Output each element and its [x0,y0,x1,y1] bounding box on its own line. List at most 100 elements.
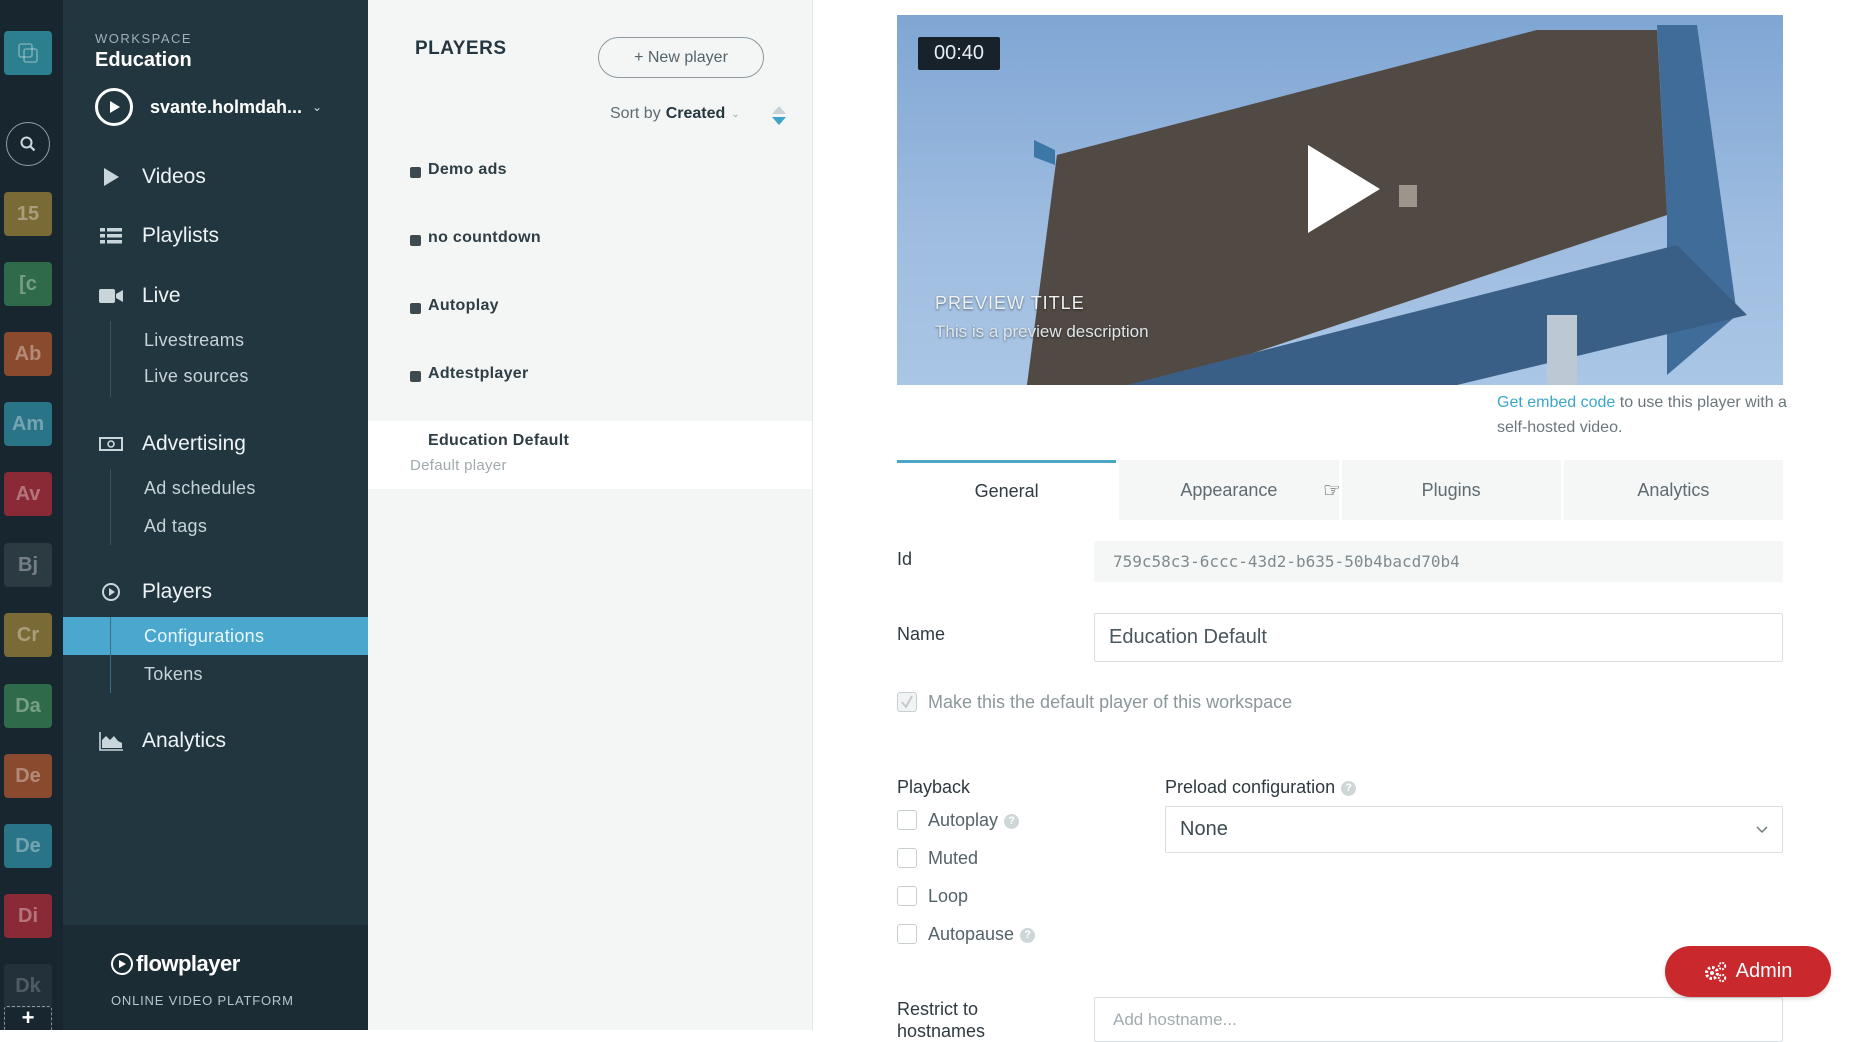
workspace-name: Education [95,49,192,71]
workspace-tile[interactable]: Am [4,402,52,446]
workspace-tile[interactable]: Ab [4,332,52,376]
add-workspace-button[interactable]: + [4,1006,52,1036]
search-button[interactable] [6,122,50,166]
hand-cursor-icon: ☞ [1323,480,1341,502]
player-dot-icon [410,167,421,178]
help-icon[interactable]: ? [1004,813,1020,829]
nav-analytics[interactable]: Analytics [63,721,368,761]
sidebar-footer: flowplayer ONLINE VIDEO PLATFORM [63,925,368,1030]
video-preview[interactable]: 00:40 PREVIEW TITLE This is a preview de… [897,15,1783,385]
nav-ad-schedules[interactable]: Ad schedules [63,469,368,507]
workspace-tile-label: Di [18,904,38,927]
nav-sublabel: Live sources [144,365,249,386]
id-label: Id [897,549,913,569]
player-list-item[interactable]: no countdown [368,205,812,273]
nav-live[interactable]: Live [63,276,368,316]
flowplayer-logo: flowplayer [111,951,240,977]
workspace-tile[interactable]: De [4,754,52,798]
nav-videos[interactable]: Videos [63,157,368,197]
autopause-checkbox[interactable] [897,924,917,944]
player-list-item[interactable]: Autoplay [368,273,812,341]
loop-checkbox[interactable] [897,886,917,906]
help-icon[interactable]: ? [1341,780,1357,796]
nav-label: Live [142,284,181,307]
player-name: no countdown [428,229,541,246]
workspace-tile[interactable]: 15 [4,192,52,236]
workspaces-tile[interactable] [4,31,52,75]
preload-select[interactable]: None [1165,806,1783,853]
player-list-item[interactable]: Demo ads [368,137,812,205]
autoplay-checkbox[interactable] [897,810,917,830]
admin-button[interactable]: Admin [1665,946,1831,997]
playback-label: Playback [897,777,971,797]
brand-name: flowplayer [136,951,240,976]
muted-label: Muted [928,848,979,868]
workspace-tile[interactable]: Cr [4,613,52,657]
area-chart-icon [99,730,123,752]
nav-label: Playlists [142,224,220,247]
players-title: PLAYERS [415,38,507,59]
nav-live-sources[interactable]: Live sources [63,357,368,395]
autopause-label: Autopause [928,924,1015,944]
workspace-tile[interactable]: Dk [4,964,52,1008]
nav-playlists[interactable]: Playlists [63,216,368,256]
gears-icon [1704,961,1726,982]
preview-description: This is a preview description [935,322,1149,341]
help-icon[interactable]: ? [1020,927,1036,943]
play-circle-icon [99,581,123,603]
nav-sublabel: Ad tags [144,515,208,536]
hostname-input[interactable] [1094,997,1783,1042]
player-name: Education Default [428,432,570,449]
workspace-tile[interactable]: De [4,824,52,868]
chevron-down-icon [1756,826,1768,834]
nav-tokens[interactable]: Tokens [63,655,368,693]
play-icon[interactable] [1308,145,1380,233]
player-id-value: 759c58c3-6ccc-43d2-b635-50b4bacd70b4 [1094,541,1783,582]
get-embed-code-link[interactable]: Get embed code [1497,394,1615,411]
tab-general[interactable]: General [897,460,1117,520]
player-dot-icon [410,235,421,246]
workspace-tile[interactable]: Av [4,472,52,516]
tab-analytics[interactable]: Analytics [1563,460,1783,520]
nav-label: Advertising [142,432,246,455]
workspace-tile-label: 15 [16,202,40,225]
sidebar: WORKSPACE Education svante.holmdah... ⌄ … [63,0,368,1030]
sort-direction-toggle[interactable] [770,104,788,128]
workspace-tile-label: Am [11,412,45,435]
nav-livestreams[interactable]: Livestreams [63,321,368,359]
workspace-rail: 15 [c Ab Am Av Bj Cr Da De De Di Dk + [0,0,63,1036]
workspace-tile-label: De [15,834,41,857]
nav-sublabel: Ad schedules [144,477,256,498]
name-input[interactable] [1094,613,1783,662]
workspace-tile[interactable]: Da [4,684,52,728]
nav-ad-tags[interactable]: Ad tags [63,507,368,545]
muted-checkbox[interactable] [897,848,917,868]
tab-plugins[interactable]: Plugins [1341,460,1561,520]
new-player-button[interactable]: + New player [598,37,764,78]
nav-sublabel: Configurations [144,625,265,646]
player-dot-icon [410,371,421,382]
workspace-tile-label: Dk [15,974,41,997]
account-switcher[interactable]: svante.holmdah... ⌄ [95,88,322,126]
workspace-tile[interactable]: Di [4,894,52,938]
player-name: Adtestplayer [428,365,529,382]
sort-dropdown[interactable]: Sort by Created ⌄ [610,105,740,123]
autopause-option: Autopause? [928,924,1036,945]
workspace-label: WORKSPACE [95,31,193,46]
default-player-checkbox[interactable] [897,692,917,712]
workspace-tile[interactable]: Bj [4,543,52,587]
name-label: Name [897,624,946,644]
nav-advertising[interactable]: Advertising [63,424,368,464]
workspace-tile-label: Cr [16,623,40,646]
workspace-tile-label: De [15,764,41,787]
player-list-item[interactable]: Adtestplayer [368,341,812,409]
workspace-tile[interactable]: [c [4,262,52,306]
nav-configurations[interactable]: Configurations [63,617,368,655]
duration-badge: 00:40 [918,37,1000,70]
nav-players[interactable]: Players [63,572,368,612]
tab-appearance[interactable]: Appearance [1119,460,1339,520]
play-icon [99,166,123,188]
preload-label: Preload configuration [1165,777,1336,797]
player-list-item-selected[interactable]: Education Default Default player [368,421,812,489]
restrict-hostnames-label: Restrict to hostnames [897,999,986,1041]
